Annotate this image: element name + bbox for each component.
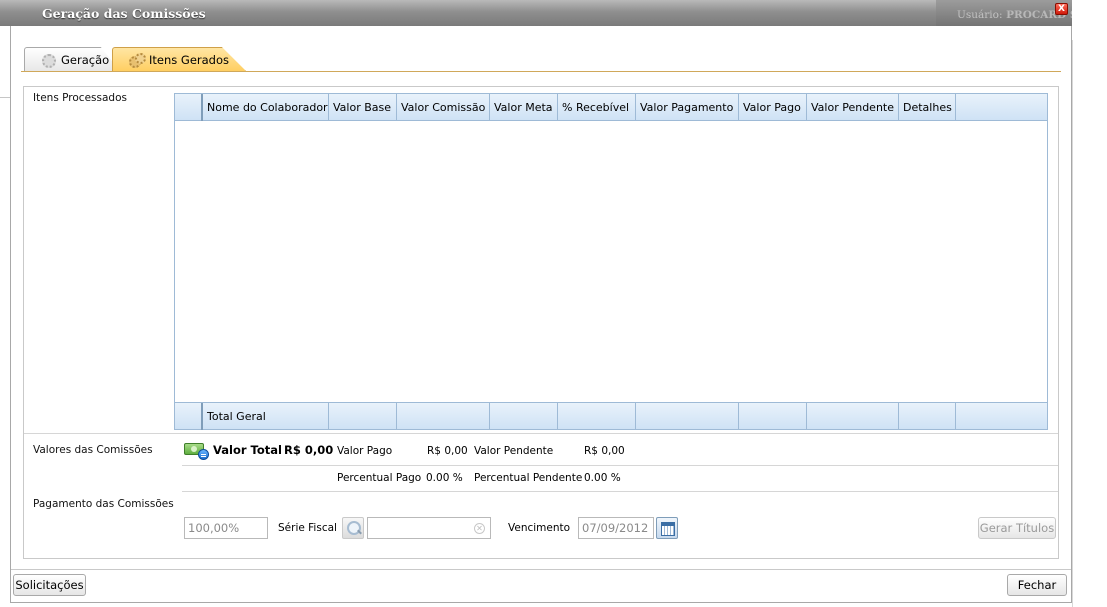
- total-detalhes: [899, 403, 956, 430]
- valor-pendente-value: R$ 0,00: [584, 445, 625, 457]
- money-icon: [184, 441, 210, 460]
- valores-comissoes-label: Valores das Comissões: [33, 444, 153, 456]
- gear-icon: [41, 53, 56, 68]
- column-header-valor-pagamento[interactable]: Valor Pagamento: [636, 94, 739, 121]
- column-header-recebivel[interactable]: % Recebível: [558, 94, 636, 121]
- background-divider-vertical: [1072, 40, 1073, 607]
- tab-itens-gerados[interactable]: Itens Gerados: [112, 47, 246, 71]
- tab-itens-gerados-label: Itens Gerados: [149, 52, 230, 67]
- footer-divider: [11, 569, 1071, 570]
- close-button[interactable]: X: [1055, 3, 1068, 15]
- user-label: Usuário:: [957, 9, 1003, 21]
- grid-body-empty: [175, 122, 1047, 401]
- total-geral-label: Total Geral: [203, 403, 329, 430]
- column-header-valor-base[interactable]: Valor Base: [329, 94, 397, 121]
- percentual-pendente-label: Percentual Pendente: [474, 472, 583, 484]
- total-valor-pendente: [807, 403, 899, 430]
- commission-grid[interactable]: Nome do Colaborador Valor Base Valor Com…: [174, 93, 1048, 430]
- calendar-icon[interactable]: [656, 517, 678, 539]
- grid-selector-header[interactable]: [175, 94, 203, 121]
- total-valor-pago: [739, 403, 807, 430]
- column-header-valor-pendente[interactable]: Valor Pendente: [807, 94, 899, 121]
- total-valor-meta: [490, 403, 558, 430]
- grid-header-row: Nome do Colaborador Valor Base Valor Com…: [175, 94, 1047, 121]
- valores-divider: [182, 465, 1058, 466]
- vencimento-label: Vencimento: [508, 522, 571, 534]
- window-title: Geração das Comissões: [42, 6, 206, 21]
- itens-processados-label: Itens Processados: [33, 92, 127, 104]
- valor-total-value: R$ 0,00: [284, 443, 334, 457]
- serie-fiscal-label: Série Fiscal: [278, 522, 337, 534]
- total-recebivel: [558, 403, 636, 430]
- itens-gerados-panel: Itens Processados Nome do Colaborador Va…: [23, 86, 1059, 559]
- valor-total-label: Valor Total: [213, 443, 282, 457]
- column-header-detalhes[interactable]: Detalhes: [899, 94, 956, 121]
- section-divider: [24, 433, 1058, 434]
- valor-pago-value: R$ 0,00: [427, 445, 468, 457]
- gerar-titulos-button[interactable]: Gerar Títulos: [978, 517, 1056, 539]
- column-header-valor-pago[interactable]: Valor Pago: [739, 94, 807, 121]
- commission-window: Geração Itens Gerados Itens Processados …: [10, 26, 1072, 603]
- column-header-valor-meta[interactable]: Valor Meta: [490, 94, 558, 121]
- solicitacoes-button[interactable]: Solicitações: [13, 574, 86, 596]
- total-valor-pagamento: [636, 403, 739, 430]
- percentual-pago-label: Percentual Pago: [337, 472, 422, 484]
- serie-fiscal-input[interactable]: ✕: [367, 517, 491, 539]
- search-icon[interactable]: [342, 517, 364, 539]
- pagamento-divider: [182, 491, 1058, 492]
- column-header-valor-comissao[interactable]: Valor Comissão: [397, 94, 490, 121]
- pagamento-comissoes-label: Pagamento das Comissões: [33, 498, 174, 510]
- vencimento-date-input[interactable]: 07/09/2012: [578, 517, 654, 539]
- fechar-button[interactable]: Fechar: [1007, 574, 1067, 596]
- valor-pendente-label: Valor Pendente: [474, 445, 554, 457]
- total-valor-base: [329, 403, 397, 430]
- valor-pago-label: Valor Pago: [337, 445, 393, 457]
- grid-selector-footer: [175, 403, 203, 430]
- total-valor-comissao: [397, 403, 490, 430]
- percentual-pago-value: 0.00 %: [426, 472, 463, 484]
- tab-underline: [21, 71, 1061, 72]
- grid-total-row: Total Geral: [175, 402, 1047, 430]
- tab-geracao-label: Geração: [61, 52, 110, 67]
- percentual-input[interactable]: 100,00%: [184, 517, 268, 539]
- background-app-area: [1072, 0, 1107, 607]
- gears-icon: [129, 52, 146, 68]
- percentual-pendente-value: 0.00 %: [584, 472, 621, 484]
- column-header-nome-colaborador[interactable]: Nome do Colaborador: [203, 94, 329, 121]
- tab-geracao[interactable]: Geração: [24, 47, 120, 71]
- clear-icon[interactable]: ✕: [474, 523, 485, 534]
- window-title-bar[interactable]: Geração das Comissões: [0, 0, 1072, 26]
